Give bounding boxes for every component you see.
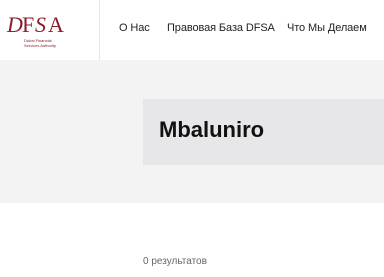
site-header: D F S A Dubai Financial Services Authori… [0, 0, 384, 60]
nav-item-about[interactable]: О Нас [119, 22, 150, 34]
dfsa-logo-mark: D F S A Dubai Financial Services Authori… [6, 12, 64, 48]
dfsa-logo[interactable]: D F S A Dubai Financial Services Authori… [0, 0, 100, 60]
page-title: Mbaluniro [159, 117, 265, 142]
svg-text:D: D [6, 12, 23, 37]
nav-item-what-we-do[interactable]: Что Мы Делаем [287, 22, 367, 34]
nav-item-legal-framework[interactable]: Правовая База DFSA [167, 22, 275, 34]
title-box: Mbaluniro [143, 99, 384, 165]
search-hero: Mbaluniro [0, 60, 384, 203]
main-nav: О Нас Правовая База DFSA Что Мы Делаем [100, 0, 384, 60]
svg-text:A: A [48, 12, 64, 37]
svg-text:S: S [35, 12, 46, 37]
results-count: 0 результатов [143, 256, 207, 267]
logo-caption-line-2: Services Authority [24, 43, 56, 48]
svg-text:F: F [22, 12, 34, 37]
